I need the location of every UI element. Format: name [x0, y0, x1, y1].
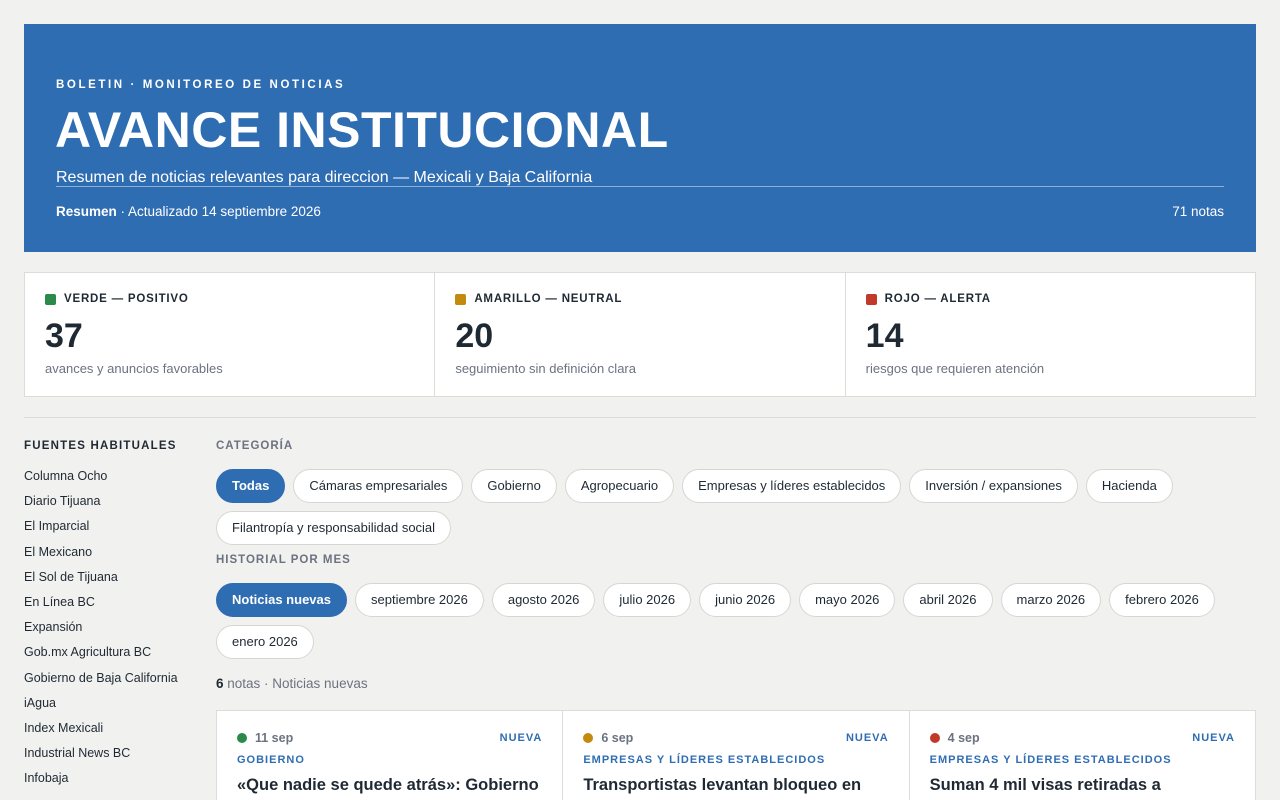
- source-item[interactable]: Columna Ocho: [24, 464, 194, 489]
- category-pill-inversion[interactable]: Inversión / expansiones: [909, 469, 1078, 503]
- category-pill-agropecuario[interactable]: Agropecuario: [564, 469, 675, 503]
- red-square-icon: [865, 293, 877, 305]
- month-pill-abr[interactable]: abril 2026: [903, 583, 993, 617]
- news-cards: 11 sep NUEVA GOBIERNO «Que nadie se qued…: [216, 710, 1256, 800]
- card-title[interactable]: «Que nadie se quede atrás»: Gobierno: [237, 776, 539, 795]
- card-title[interactable]: Transportistas levantan bloqueo en: [583, 776, 861, 795]
- total-notes: 71 notas: [1172, 204, 1224, 219]
- stat-alert: ROJO — ALERTA 14 riesgos que requieren a…: [846, 273, 1255, 396]
- history-label: HISTORIAL POR MES: [216, 554, 351, 566]
- results-number: 6: [216, 676, 224, 691]
- month-pill-sep[interactable]: septiembre 2026: [355, 583, 484, 617]
- red-dot-icon: [929, 733, 940, 743]
- stat-description: avances y anuncios favorables: [45, 361, 223, 376]
- new-badge: NUEVA: [1192, 732, 1235, 744]
- month-pill-ene[interactable]: enero 2026: [216, 625, 314, 659]
- month-pill-mar[interactable]: marzo 2026: [1000, 583, 1102, 617]
- news-card[interactable]: 11 sep NUEVA GOBIERNO «Que nadie se qued…: [217, 711, 564, 800]
- yellow-dot-icon: [583, 733, 594, 743]
- page-subtitle: Resumen de noticias relevantes para dire…: [56, 169, 593, 186]
- category-pill-camaras[interactable]: Cámaras empresariales: [293, 469, 464, 503]
- source-item[interactable]: Industrial News BC: [24, 741, 194, 766]
- source-item[interactable]: Index Mexicali: [24, 716, 194, 741]
- source-item[interactable]: iAgua: [24, 691, 194, 716]
- source-item[interactable]: El Sol de Tijuana: [24, 565, 194, 590]
- news-card[interactable]: 6 sep NUEVA EMPRESAS Y LÍDERES ESTABLECI…: [563, 711, 910, 800]
- card-date: 4 sep: [947, 731, 980, 745]
- month-pill-jul[interactable]: julio 2026: [603, 583, 692, 617]
- summary-label: Resumen: [56, 204, 117, 219]
- section-divider: [24, 417, 1256, 418]
- news-card[interactable]: 4 sep NUEVA EMPRESAS Y LÍDERES ESTABLECI…: [910, 711, 1255, 800]
- header-divider: [56, 186, 1224, 187]
- category-pill-todas[interactable]: Todas: [216, 469, 286, 503]
- results-count: 6 notas · Noticias nuevas: [216, 676, 368, 691]
- sources-sidebar: FUENTES HABITUALES Columna Ocho Diario T…: [24, 440, 194, 791]
- card-title[interactable]: Suman 4 mil visas retiradas a: [930, 776, 1161, 795]
- summary-stats: VERDE — POSITIVO 37 avances y anuncios f…: [24, 272, 1256, 397]
- new-badge: NUEVA: [845, 732, 889, 744]
- stat-positive: VERDE — POSITIVO 37 avances y anuncios f…: [25, 273, 436, 396]
- month-pill-nuevas[interactable]: Noticias nuevas: [216, 583, 347, 617]
- green-dot-icon: [237, 733, 247, 743]
- stat-label: ROJO — ALERTA: [884, 293, 991, 305]
- sidebar-title: FUENTES HABITUALES: [24, 440, 177, 452]
- source-item[interactable]: En Línea BC: [24, 590, 194, 615]
- yellow-square-icon: [455, 293, 467, 305]
- stat-label: VERDE — POSITIVO: [64, 293, 189, 305]
- green-square-icon: [45, 293, 56, 305]
- stat-value: 37: [45, 317, 83, 355]
- category-pill-empresas[interactable]: Empresas y líderes establecidos: [682, 469, 902, 503]
- stat-description: riesgos que requieren atención: [865, 361, 1045, 376]
- card-date: 6 sep: [601, 731, 634, 745]
- stat-value: 20: [455, 317, 494, 355]
- month-pill-feb[interactable]: febrero 2026: [1109, 583, 1215, 617]
- source-item[interactable]: Diario Tijuana: [24, 489, 194, 514]
- update-meta: Resumen · Actualizado 14 septiembre 2026: [56, 204, 321, 219]
- source-item[interactable]: El Mexicano: [24, 540, 194, 565]
- history-section: HISTORIAL POR MES Noticias nuevas septie…: [216, 554, 1256, 659]
- category-label: CATEGORÍA: [216, 440, 294, 452]
- source-item[interactable]: Expansión: [24, 615, 194, 640]
- category-pill-hacienda[interactable]: Hacienda: [1085, 469, 1173, 503]
- category-pill-gobierno[interactable]: Gobierno: [471, 469, 557, 503]
- month-pill-ago[interactable]: agosto 2026: [491, 583, 596, 617]
- category-filters: Todas Cámaras empresariales Gobierno Agr…: [216, 469, 1256, 545]
- category-pill-filantropia[interactable]: Filantropía y responsabilidad social: [216, 511, 452, 545]
- card-category: EMPRESAS Y LÍDERES ESTABLECIDOS: [929, 754, 1172, 766]
- header-banner: BOLETIN · MONITOREO DE NOTICIAS AVANCE I…: [24, 24, 1256, 252]
- month-pill-jun[interactable]: junio 2026: [699, 583, 792, 617]
- results-label: notas · Noticias nuevas: [223, 676, 368, 691]
- card-date: 11 sep: [255, 731, 294, 745]
- updated-date: · Actualizado 14 septiembre 2026: [116, 204, 321, 219]
- source-item[interactable]: El Imparcial: [24, 514, 194, 539]
- source-item[interactable]: Gobierno de Baja California: [24, 666, 194, 691]
- stat-label: AMARILLO — NEUTRAL: [474, 293, 623, 305]
- source-item[interactable]: Infobaja: [24, 766, 194, 791]
- source-item[interactable]: Gob.mx Agricultura BC: [24, 640, 194, 665]
- card-category: EMPRESAS Y LÍDERES ESTABLECIDOS: [583, 754, 826, 766]
- month-filters: Noticias nuevas septiembre 2026 agosto 2…: [216, 583, 1256, 659]
- card-category: GOBIERNO: [237, 754, 305, 766]
- header-kicker: BOLETIN · MONITOREO DE NOTICIAS: [56, 79, 346, 91]
- month-pill-may[interactable]: mayo 2026: [799, 583, 896, 617]
- stat-description: seguimiento sin definición clara: [455, 361, 636, 376]
- sources-list: Columna Ocho Diario Tijuana El Imparcial…: [24, 464, 194, 791]
- page-title: AVANCE INSTITUCIONAL: [55, 102, 669, 158]
- main-content: CATEGORÍA Todas Cámaras empresariales Go…: [216, 440, 1256, 691]
- stat-neutral: AMARILLO — NEUTRAL 20 seguimiento sin de…: [435, 273, 846, 396]
- new-badge: NUEVA: [499, 732, 543, 744]
- stat-value: 14: [865, 317, 904, 355]
